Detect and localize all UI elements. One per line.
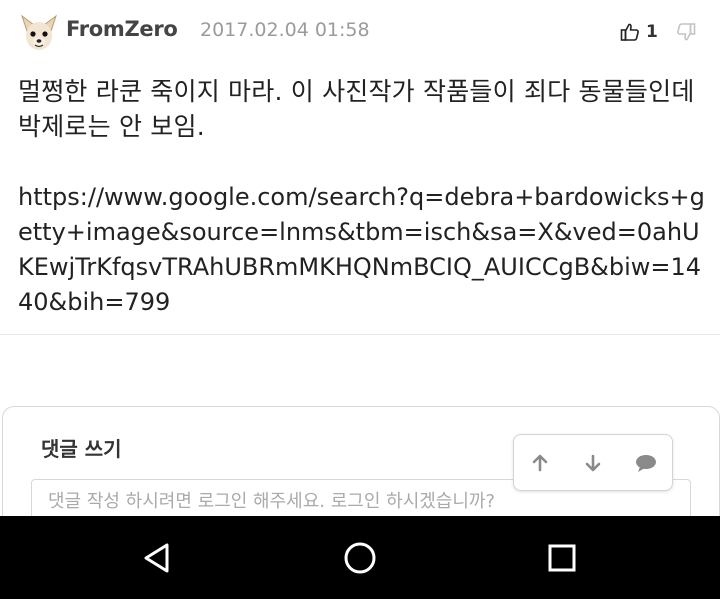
thumbs-down-icon bbox=[677, 23, 696, 41]
arrow-down-icon bbox=[585, 454, 601, 471]
floating-toolbar bbox=[513, 434, 673, 491]
nav-back-button[interactable] bbox=[135, 536, 179, 580]
upvote-count: 1 bbox=[646, 22, 658, 42]
avatar[interactable] bbox=[18, 12, 60, 54]
nav-home-button[interactable] bbox=[338, 536, 382, 580]
comment-link[interactable]: https://www.google.com/search?q=debra+ba… bbox=[18, 180, 708, 320]
comment-author[interactable]: FromZero bbox=[66, 17, 178, 41]
scroll-down-button[interactable] bbox=[573, 443, 613, 483]
thumbs-up-icon bbox=[620, 23, 639, 41]
comments-button[interactable] bbox=[626, 443, 666, 483]
triangle-back-icon bbox=[144, 543, 169, 573]
system-nav-bar bbox=[0, 516, 720, 599]
comment-timestamp: 2017.02.04 01:58 bbox=[200, 19, 370, 41]
dog-avatar-icon bbox=[21, 14, 57, 50]
comment-item: FromZero 2017.02.04 01:58 1 멀쩡한 라쿤 죽이지 마… bbox=[0, 0, 720, 335]
speech-bubble-icon bbox=[635, 454, 656, 472]
square-recent-icon bbox=[548, 544, 576, 572]
scroll-up-button[interactable] bbox=[520, 443, 560, 483]
downvote-button[interactable] bbox=[676, 19, 696, 45]
upvote-button[interactable]: 1 bbox=[620, 19, 658, 45]
nav-recent-button[interactable] bbox=[540, 536, 584, 580]
circle-home-icon bbox=[344, 542, 376, 574]
arrow-up-icon bbox=[533, 454, 548, 471]
comment-text: 멀쩡한 라쿤 죽이지 마라. 이 사진작가 작품들이 죄다 동물들인데 박제로는… bbox=[18, 77, 695, 141]
write-title: 댓글 쓰기 bbox=[41, 437, 122, 461]
